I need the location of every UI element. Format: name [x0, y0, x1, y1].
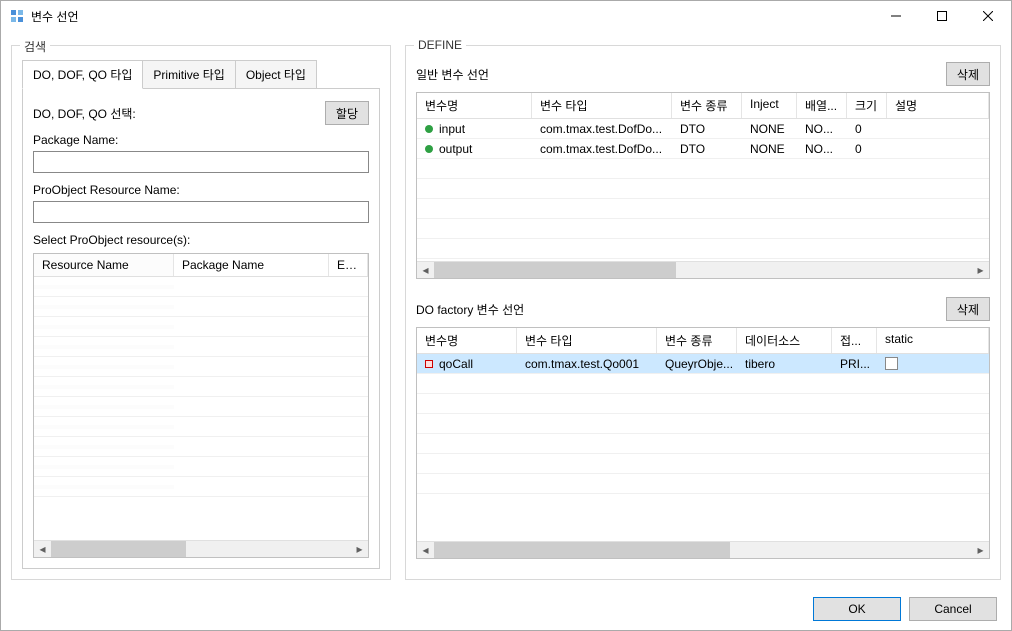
fac-header-access[interactable]: 접...: [832, 328, 877, 353]
static-checkbox[interactable]: [885, 357, 898, 370]
resource-name-header[interactable]: Resource Name: [34, 254, 174, 276]
dialog-footer: OK Cancel: [1, 588, 1011, 630]
fac-header-type[interactable]: 변수 타입: [517, 328, 657, 353]
resource-scrollbar[interactable]: ◂ ▸: [34, 540, 368, 557]
cancel-button[interactable]: Cancel: [909, 597, 997, 621]
general-section-title: 일반 변수 선언: [416, 66, 946, 83]
table-row[interactable]: [34, 437, 368, 457]
gen-header-desc[interactable]: 설명: [887, 93, 989, 118]
define-panel: DEFINE 일반 변수 선언 삭제 변수명 변수 타입 변수 종류 Injec…: [405, 39, 1001, 580]
scroll-right-icon[interactable]: ▸: [351, 541, 368, 558]
table-row[interactable]: [417, 454, 989, 474]
table-row[interactable]: [417, 179, 989, 199]
search-group: 검색 DO, DOF, QO 타입 Primitive 타입 Object 타입…: [11, 45, 391, 580]
general-table[interactable]: 변수명 변수 타입 변수 종류 Inject 배열... 크기 설명 input…: [416, 92, 990, 279]
package-name-label: Package Name:: [33, 133, 369, 147]
fac-header-name[interactable]: 변수명: [417, 328, 517, 353]
gen-header-size[interactable]: 크기: [847, 93, 887, 118]
table-row[interactable]: [417, 374, 989, 394]
table-row[interactable]: [417, 159, 989, 179]
titlebar: 변수 선언: [1, 1, 1011, 31]
type-tabs: DO, DOF, QO 타입 Primitive 타입 Object 타입: [22, 60, 380, 89]
table-row[interactable]: [34, 357, 368, 377]
factory-table[interactable]: 변수명 변수 타입 변수 종류 데이터소스 접... static qoCall…: [416, 327, 990, 559]
search-group-title: 검색: [20, 38, 50, 55]
resource-table-body: [34, 277, 368, 540]
fac-header-datasource[interactable]: 데이터소스: [737, 328, 832, 353]
exter-header[interactable]: Exter: [329, 254, 368, 276]
close-button[interactable]: [965, 1, 1011, 31]
table-row[interactable]: [417, 239, 989, 259]
titlebar-controls: [873, 1, 1011, 31]
table-row[interactable]: [417, 219, 989, 239]
table-row[interactable]: qoCall com.tmax.test.Qo001 QueyrObje... …: [417, 354, 989, 374]
define-group: DEFINE 일반 변수 선언 삭제 변수명 변수 타입 변수 종류 Injec…: [405, 45, 1001, 580]
table-row[interactable]: input com.tmax.test.DofDo... DTO NONE NO…: [417, 119, 989, 139]
dto-icon: [425, 145, 433, 153]
select-label: DO, DOF, QO 선택:: [33, 105, 325, 122]
minimize-button[interactable]: [873, 1, 919, 31]
fac-header-kind[interactable]: 변수 종류: [657, 328, 737, 353]
content-area: 검색 DO, DOF, QO 타입 Primitive 타입 Object 타입…: [1, 31, 1011, 588]
gen-header-inject[interactable]: Inject: [742, 93, 797, 118]
define-group-title: DEFINE: [414, 38, 466, 52]
table-row[interactable]: [34, 397, 368, 417]
resource-table-header: Resource Name Package Name Exter: [34, 254, 368, 277]
tab-object[interactable]: Object 타입: [235, 60, 317, 88]
resource-table[interactable]: Resource Name Package Name Exter: [33, 253, 369, 558]
tab-primitive[interactable]: Primitive 타입: [142, 60, 235, 88]
table-row[interactable]: [34, 337, 368, 357]
factory-delete-button[interactable]: 삭제: [946, 297, 990, 321]
package-name-header[interactable]: Package Name: [174, 254, 329, 276]
table-row[interactable]: [417, 394, 989, 414]
resource-name-label: ProObject Resource Name:: [33, 183, 369, 197]
ok-button[interactable]: OK: [813, 597, 901, 621]
qo-icon: [425, 360, 433, 368]
search-panel: 검색 DO, DOF, QO 타입 Primitive 타입 Object 타입…: [11, 39, 391, 580]
titlebar-text: 변수 선언: [31, 8, 873, 25]
general-scrollbar[interactable]: ◂ ▸: [417, 261, 989, 278]
table-row[interactable]: output com.tmax.test.DofDo... DTO NONE N…: [417, 139, 989, 159]
table-row[interactable]: [417, 414, 989, 434]
assign-button[interactable]: 할당: [325, 101, 369, 125]
scroll-right-icon[interactable]: ▸: [972, 542, 989, 559]
scroll-right-icon[interactable]: ▸: [972, 262, 989, 279]
gen-header-name[interactable]: 변수명: [417, 93, 532, 118]
gen-header-type[interactable]: 변수 타입: [532, 93, 672, 118]
dto-icon: [425, 125, 433, 133]
select-resources-label: Select ProObject resource(s):: [33, 233, 369, 247]
resource-name-input[interactable]: [33, 201, 369, 223]
package-name-input[interactable]: [33, 151, 369, 173]
table-row[interactable]: [34, 297, 368, 317]
table-row[interactable]: [34, 317, 368, 337]
table-row[interactable]: [417, 474, 989, 494]
dialog-window: 변수 선언 검색 DO, DOF, QO 타입 Primitive 타입 Obj…: [0, 0, 1012, 631]
factory-scrollbar[interactable]: ◂ ▸: [417, 541, 989, 558]
gen-header-array[interactable]: 배열...: [797, 93, 847, 118]
scroll-left-icon[interactable]: ◂: [417, 542, 434, 559]
table-row[interactable]: [34, 377, 368, 397]
factory-section-title: DO factory 변수 선언: [416, 301, 946, 318]
fac-header-static[interactable]: static: [877, 328, 989, 353]
maximize-button[interactable]: [919, 1, 965, 31]
scroll-left-icon[interactable]: ◂: [34, 541, 51, 558]
tab-content: DO, DOF, QO 선택: 할당 Package Name: ProObje…: [22, 89, 380, 569]
table-row[interactable]: [34, 417, 368, 437]
tab-do-dof-qo[interactable]: DO, DOF, QO 타입: [22, 60, 143, 89]
general-delete-button[interactable]: 삭제: [946, 62, 990, 86]
table-row[interactable]: [34, 457, 368, 477]
table-row[interactable]: [34, 477, 368, 497]
table-row[interactable]: [34, 277, 368, 297]
table-row[interactable]: [417, 434, 989, 454]
table-row[interactable]: [417, 199, 989, 219]
app-icon: [9, 8, 25, 24]
scroll-left-icon[interactable]: ◂: [417, 262, 434, 279]
gen-header-kind[interactable]: 변수 종류: [672, 93, 742, 118]
